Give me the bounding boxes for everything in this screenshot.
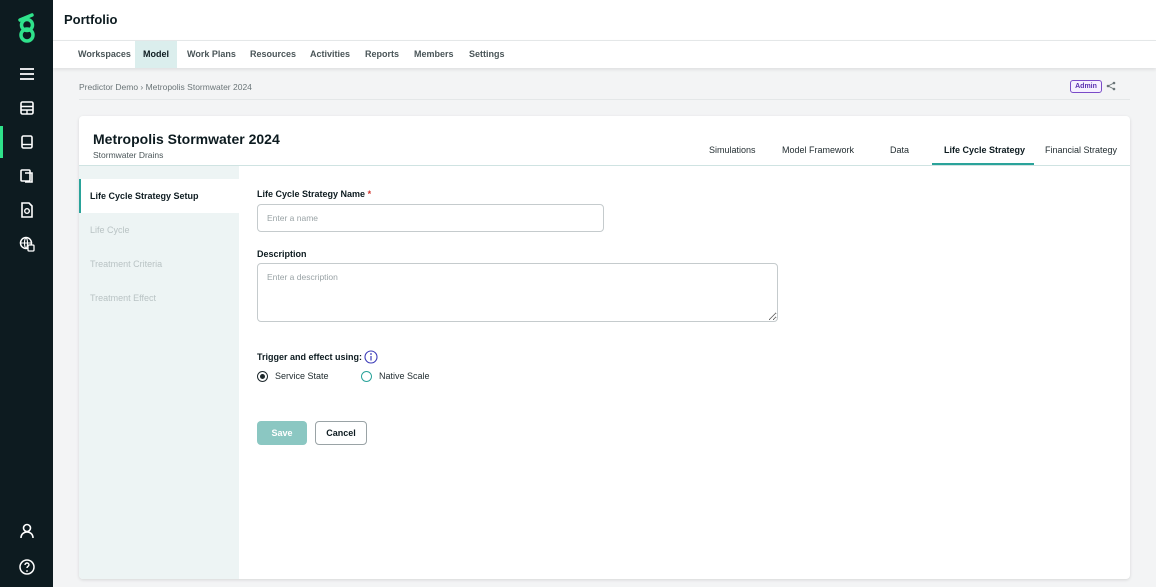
radio-native-scale-label: Native Scale [379,371,430,381]
nav-model[interactable]: Model [135,41,177,68]
nav-activities[interactable]: Activities [302,41,358,68]
step-life-cycle[interactable]: Life Cycle [79,213,239,247]
page-subtitle: Stormwater Drains [93,150,164,160]
breadcrumb[interactable]: Predictor Demo › Metropolis Stormwater 2… [79,82,252,92]
global-settings-icon[interactable] [0,232,53,256]
radio-service-state-control[interactable] [257,370,268,382]
app-title: Portfolio [64,12,118,27]
step-setup[interactable]: Life Cycle Strategy Setup [79,179,239,213]
step-treatment-effect[interactable]: Treatment Effect [79,281,239,315]
description-label: Description [257,249,307,259]
cancel-button[interactable]: Cancel [315,421,367,445]
menu-icon[interactable] [0,62,53,86]
top-header: Portfolio [53,0,1156,40]
info-icon[interactable] [364,350,378,364]
tab-life-cycle-strategy[interactable]: Life Cycle Strategy [944,145,1025,155]
description-input[interactable] [257,263,778,322]
required-mark: * [367,189,372,199]
radio-service-state-label: Service State [275,371,329,381]
name-label: Life Cycle Strategy Name * [257,189,371,199]
nav-reports[interactable]: Reports [357,41,407,68]
radio-native-scale[interactable]: Native Scale [361,370,430,382]
steps-sidebar: Life Cycle Strategy Setup Life Cycle Tre… [79,166,239,579]
nav-workspaces[interactable]: Workspaces [70,41,139,68]
breadcrumb-divider [79,99,1130,100]
user-icon[interactable] [0,519,53,543]
tab-data[interactable]: Data [890,145,909,155]
model-icon[interactable] [0,130,53,154]
database-icon[interactable] [0,96,53,120]
share-icon[interactable] [1106,81,1116,91]
help-icon[interactable] [0,555,53,579]
left-rail [0,0,53,587]
copy-icon[interactable] [0,164,53,188]
radio-native-scale-control[interactable] [361,370,372,382]
nav-settings[interactable]: Settings [461,41,513,68]
main-nav: Workspaces Model Work Plans Resources Ac… [53,40,1156,68]
step-treatment-criteria[interactable]: Treatment Criteria [79,247,239,281]
radio-service-state[interactable]: Service State [257,370,329,382]
strategy-name-input[interactable] [257,204,604,232]
strategy-card: Metropolis Stormwater 2024 Stormwater Dr… [79,116,1130,579]
nav-members[interactable]: Members [406,41,462,68]
admin-badge: Admin [1070,80,1102,93]
document-icon[interactable] [0,198,53,222]
page-title: Metropolis Stormwater 2024 [93,131,280,147]
tab-simulations[interactable]: Simulations [709,145,756,155]
logo-icon[interactable] [14,13,40,43]
tab-model-framework[interactable]: Model Framework [782,145,854,155]
save-button[interactable]: Save [257,421,307,445]
name-label-text: Life Cycle Strategy Name [257,189,366,199]
trigger-label: Trigger and effect using: [257,352,363,362]
nav-resources[interactable]: Resources [242,41,304,68]
tab-financial-strategy[interactable]: Financial Strategy [1045,145,1117,155]
nav-work-plans[interactable]: Work Plans [179,41,244,68]
